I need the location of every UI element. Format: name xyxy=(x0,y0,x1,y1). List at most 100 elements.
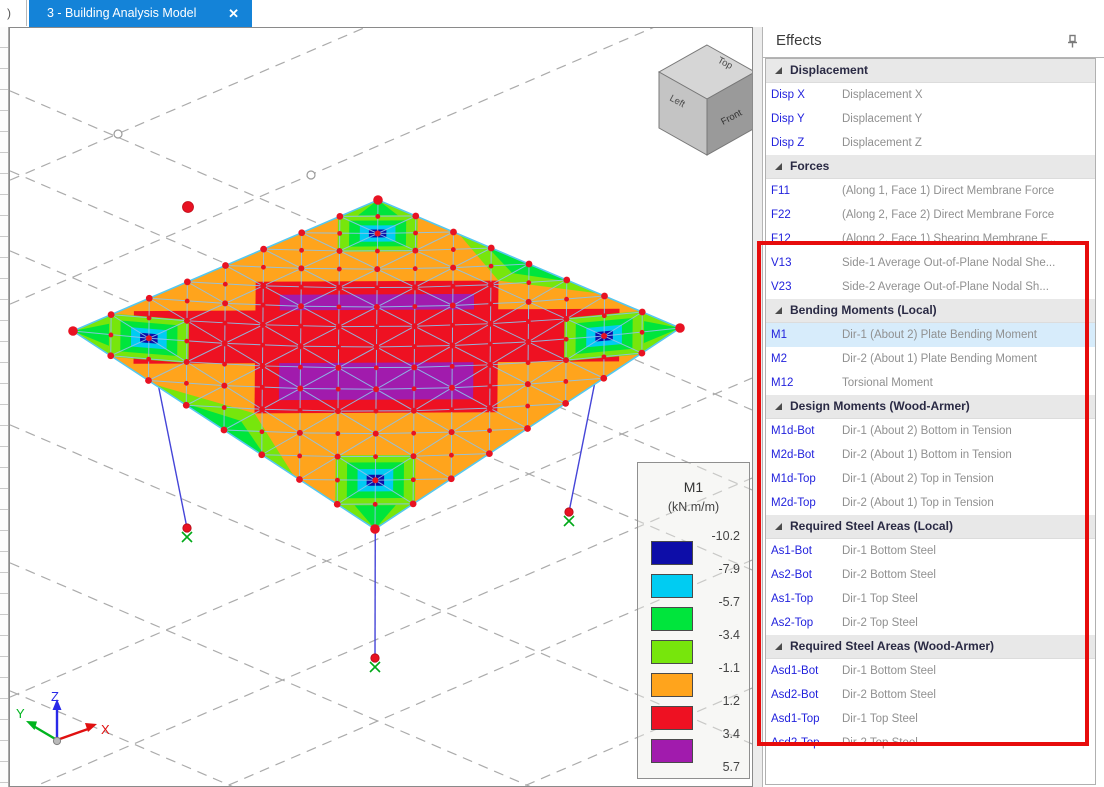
effect-code: M12 xyxy=(771,371,793,395)
section-header-required-steel-areas-local[interactable]: Required Steel Areas (Local) xyxy=(766,515,1095,539)
tab-building-analysis-model[interactable]: 3 - Building Analysis Model ✕ xyxy=(29,0,252,27)
section-title: Forces xyxy=(790,159,829,173)
effect-code: Asd1-Bot xyxy=(771,659,818,683)
effect-code: F22 xyxy=(771,203,791,227)
section-title: Required Steel Areas (Wood-Armer) xyxy=(790,639,994,653)
effect-description: Dir-2 Top Steel xyxy=(842,731,1093,755)
effect-code: Asd2-Top xyxy=(771,731,820,755)
effects-panel-title: Effects xyxy=(776,32,822,49)
tab-bar: ) 3 - Building Analysis Model ✕ xyxy=(0,0,1104,28)
section-header-displacement[interactable]: Displacement xyxy=(766,59,1095,83)
collapse-triangle-icon xyxy=(775,307,782,314)
effect-code: M1d-Bot xyxy=(771,419,814,443)
effect-description: (Along 1, Face 1) Direct Membrane Force xyxy=(842,179,1093,203)
section-header-bending-moments-local[interactable]: Bending Moments (Local) xyxy=(766,299,1095,323)
effect-description: Dir-1 Top Steel xyxy=(842,587,1093,611)
tab-partial[interactable]: ) xyxy=(0,0,27,26)
legend-swatch xyxy=(651,607,693,631)
effect-description: Dir-2 Top Steel xyxy=(842,611,1093,635)
effect-row-as2-top[interactable]: As2-Top Dir-2 Top Steel xyxy=(766,611,1095,635)
effect-code: As1-Top xyxy=(771,587,813,611)
effect-code: V23 xyxy=(771,275,791,299)
effect-row-as1-bot[interactable]: As1-BotDir-1 Bottom Steel xyxy=(766,539,1095,563)
view-cube[interactable]: TopLeftFront xyxy=(659,45,752,155)
effect-description: Side-1 Average Out-of-Plane Nodal She... xyxy=(842,251,1093,275)
effect-row-m1d-top[interactable]: M1d-Top Dir-1 (About 2) Top in Tension xyxy=(766,467,1095,491)
effect-description: (Along 2, Face 2) Direct Membrane Force xyxy=(842,203,1093,227)
effect-code: As2-Top xyxy=(771,611,813,635)
effect-code: As1-Bot xyxy=(771,539,812,563)
effect-row-disp-y[interactable]: Disp Y Displacement Y xyxy=(766,107,1095,131)
effect-code: M2d-Bot xyxy=(771,443,814,467)
effect-row-f11[interactable]: F11 (Along 1, Face 1) Direct Membrane For… xyxy=(766,179,1095,203)
effect-row-v13[interactable]: V13Side-1 Average Out-of-Plane Nodal She… xyxy=(766,251,1095,275)
effect-row-f22[interactable]: F22 (Along 2, Face 2) Direct Membrane For… xyxy=(766,203,1095,227)
effect-description: Dir-2 Bottom Steel xyxy=(842,563,1093,587)
left-toolbar-edge[interactable] xyxy=(0,27,9,787)
axis-label: Y xyxy=(16,706,25,721)
effect-description: Torsional Moment xyxy=(842,371,1093,395)
effects-list: DisplacementDisp XDisplacement XDisp YDi… xyxy=(765,58,1096,785)
legend-swatch xyxy=(651,706,693,730)
collapse-triangle-icon xyxy=(775,523,782,530)
effect-row-m12[interactable]: M12 Torsional Moment xyxy=(766,371,1095,395)
effect-row-m1[interactable]: M1 Dir-1 (About 2) Plate Bending Moment xyxy=(766,323,1095,347)
effect-row-m2d-bot[interactable]: M2d-BotDir-2 (About 1) Bottom in Tension xyxy=(766,443,1095,467)
collapse-triangle-icon xyxy=(775,643,782,650)
contour-legend: M1 (kN.m/m) -10.2-7.9-5.7-3.4-1.11.23.45… xyxy=(637,462,750,779)
collapse-triangle-icon xyxy=(775,163,782,170)
effect-row-f12[interactable]: F12(Along 2, Face 1) Shearing Membrane F… xyxy=(766,227,1095,251)
section-header-design-moments-wood-armer[interactable]: Design Moments (Wood-Armer) xyxy=(766,395,1095,419)
free-node-dot xyxy=(183,202,194,213)
legend-swatch xyxy=(651,541,693,565)
section-header-required-steel-areas-wood-armer[interactable]: Required Steel Areas (Wood-Armer) xyxy=(766,635,1095,659)
effect-description: Dir-1 (About 2) Plate Bending Moment xyxy=(842,323,1093,347)
legend-unit: (kN.m/m) xyxy=(638,500,749,514)
effect-code: Asd2-Bot xyxy=(771,683,818,707)
effect-row-asd1-top[interactable]: Asd1-TopDir-1 Top Steel xyxy=(766,707,1095,731)
effect-code: F12 xyxy=(771,227,791,251)
effect-row-asd2-top[interactable]: Asd2-Top Dir-2 Top Steel xyxy=(766,731,1095,755)
effect-row-asd2-bot[interactable]: Asd2-BotDir-2 Bottom Steel xyxy=(766,683,1095,707)
legend-swatch xyxy=(651,574,693,598)
effect-code: As2-Bot xyxy=(771,563,812,587)
legend-swatch xyxy=(651,673,693,697)
effect-code: Disp Z xyxy=(771,131,804,155)
effect-row-m1d-bot[interactable]: M1d-Bot Dir-1 (About 2) Bottom in Tension xyxy=(766,419,1095,443)
effect-description: Displacement Y xyxy=(842,107,1093,131)
panel-splitter[interactable] xyxy=(753,27,762,787)
effect-code: Disp Y xyxy=(771,107,805,131)
effect-row-m2d-top[interactable]: M2d-Top Dir-2 (About 1) Top in Tension xyxy=(766,491,1095,515)
effect-row-m2[interactable]: M2Dir-2 (About 1) Plate Bending Moment xyxy=(766,347,1095,371)
tab-close-icon[interactable]: ✕ xyxy=(228,0,239,27)
section-title: Design Moments (Wood-Armer) xyxy=(790,399,970,413)
effect-code: M1d-Top xyxy=(771,467,816,491)
effect-row-disp-x[interactable]: Disp XDisplacement X xyxy=(766,83,1095,107)
effect-description: Dir-1 Top Steel xyxy=(842,707,1093,731)
legend-swatch xyxy=(651,640,693,664)
effects-panel: Effects DisplacementDisp XDisplacement X… xyxy=(762,27,1104,787)
axis-label: X xyxy=(101,722,110,737)
effect-code: F11 xyxy=(771,179,790,203)
effect-description: Dir-1 (About 2) Bottom in Tension xyxy=(842,419,1093,443)
effect-description: Dir-2 (About 1) Top in Tension xyxy=(842,491,1093,515)
section-header-forces[interactable]: Forces xyxy=(766,155,1095,179)
effect-row-as1-top[interactable]: As1-Top Dir-1 Top Steel xyxy=(766,587,1095,611)
effect-row-disp-z[interactable]: Disp Z Displacement Z xyxy=(766,131,1095,155)
effect-description: Dir-1 (About 2) Top in Tension xyxy=(842,467,1093,491)
effect-row-v23[interactable]: V23Side-2 Average Out-of-Plane Nodal Sh.… xyxy=(766,275,1095,299)
effect-code: M2d-Top xyxy=(771,491,816,515)
collapse-triangle-icon xyxy=(775,403,782,410)
legend-title: M1 xyxy=(638,479,749,495)
effects-panel-header: Effects xyxy=(763,27,1104,58)
legend-swatch xyxy=(651,739,693,763)
effect-code: M2 xyxy=(771,347,787,371)
effect-description: Displacement Z xyxy=(842,131,1093,155)
effect-row-as2-bot[interactable]: As2-Bot Dir-2 Bottom Steel xyxy=(766,563,1095,587)
axis-triad: ZXY xyxy=(16,689,110,745)
collapse-triangle-icon xyxy=(775,67,782,74)
effect-code: M1 xyxy=(771,323,787,347)
application-window: ) 3 - Building Analysis Model ✕ TopLeftF… xyxy=(0,0,1104,787)
effect-row-asd1-bot[interactable]: Asd1-BotDir-1 Bottom Steel xyxy=(766,659,1095,683)
pin-icon[interactable] xyxy=(1065,34,1080,49)
